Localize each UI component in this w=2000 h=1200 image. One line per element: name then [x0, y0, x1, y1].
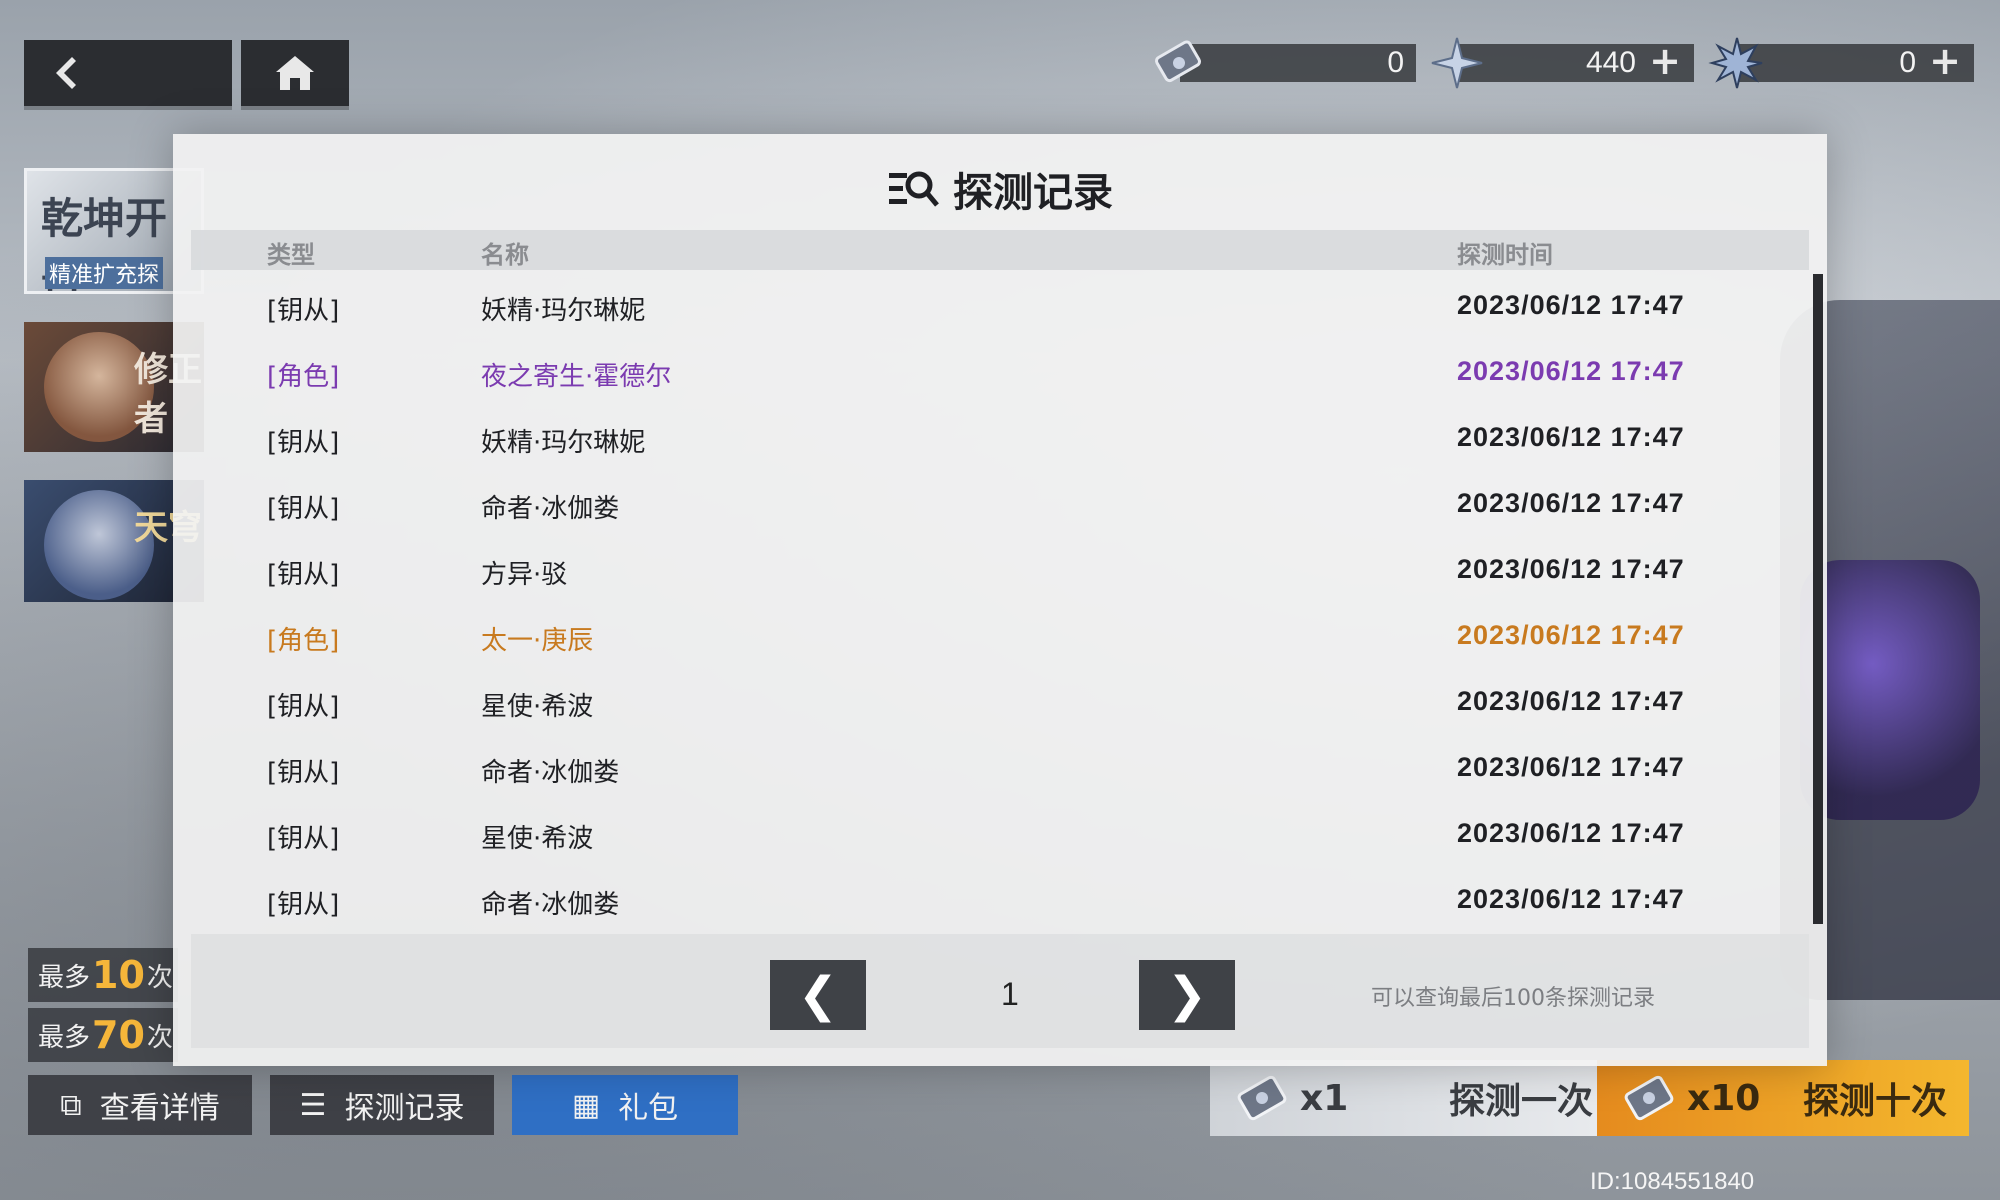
- detect-ten-count: x10: [1687, 1077, 1761, 1119]
- chevron-right-icon: ❯: [1166, 967, 1208, 1023]
- guarantee-limit-a: 最多 10 次: [28, 948, 178, 1002]
- detect-record-button[interactable]: ☰ 探测记录: [270, 1075, 494, 1135]
- row-time: 2023/06/12 17:47: [1457, 752, 1685, 782]
- dialog-title: 探测记录: [173, 160, 1827, 218]
- row-time: 2023/06/12 17:47: [1457, 554, 1685, 584]
- table-row: [角色] 太一·庚辰 2023/06/12 17:47: [191, 604, 1799, 670]
- header-name: 名称: [481, 241, 529, 269]
- row-time: 2023/06/12 17:47: [1457, 356, 1685, 386]
- ticket-amount: 0: [1387, 46, 1404, 79]
- detect-ten-button[interactable]: x10 探测十次: [1597, 1060, 1969, 1136]
- background-character: [1800, 560, 1980, 820]
- row-name: 命者·冰伽娄: [481, 494, 620, 524]
- pagination: ❮ 1 ❯ 可以查询最后100条探测记录: [191, 934, 1809, 1048]
- row-name: 妖精·玛尔琳妮: [481, 428, 646, 458]
- table-header: 类型 名称 探测时间: [191, 230, 1809, 270]
- details-icon: ⧉: [60, 1087, 82, 1123]
- detect-once-count: x1: [1300, 1077, 1349, 1119]
- add-star-button[interactable]: +: [1648, 42, 1682, 80]
- row-type: [钥从]: [267, 890, 340, 920]
- row-name: 太一·庚辰: [481, 626, 594, 656]
- query-limit-hint: 可以查询最后100条探测记录: [1371, 986, 1655, 1011]
- back-arrow-icon: [56, 57, 76, 89]
- chevron-left-icon: ❮: [797, 967, 839, 1023]
- row-name: 方异·驳: [481, 560, 568, 590]
- table-row: [钥从] 命者·冰伽娄 2023/06/12 17:47: [191, 472, 1799, 538]
- current-page: 1: [1001, 976, 1019, 1012]
- limit-number: 10: [92, 953, 145, 997]
- row-type: [钥从]: [267, 692, 340, 722]
- row-type: [钥从]: [267, 758, 340, 788]
- user-id: ID:1084551840: [1590, 1168, 1755, 1195]
- detect-once-label: 探测一次: [1448, 1081, 1593, 1122]
- table-row: [钥从] 命者·冰伽娄 2023/06/12 17:47: [191, 736, 1799, 802]
- snowflake-amount: 0: [1899, 46, 1916, 79]
- table-row: [钥从] 妖精·玛尔琳妮 2023/06/12 17:47: [191, 406, 1799, 472]
- table-row: [钥从] 星使·希波 2023/06/12 17:47: [191, 670, 1799, 736]
- ticket-icon: [1237, 1075, 1287, 1121]
- row-time: 2023/06/12 17:47: [1457, 884, 1685, 914]
- record-search-icon: [889, 171, 939, 207]
- row-time: 2023/06/12 17:47: [1457, 620, 1685, 650]
- row-name: 命者·冰伽娄: [481, 758, 620, 788]
- table-row: [钥从] 命者·冰伽娄 2023/06/12 17:47: [191, 868, 1799, 934]
- prev-page-button[interactable]: ❮: [770, 960, 866, 1030]
- record-scrollbar[interactable]: [1813, 274, 1823, 924]
- gift-pack-label: 礼包: [618, 1091, 679, 1126]
- snowflake-crystal-icon: [1708, 37, 1763, 89]
- row-time: 2023/06/12 17:47: [1457, 290, 1685, 320]
- limit-number: 70: [92, 1013, 145, 1057]
- star-crystal-icon: [1431, 37, 1483, 89]
- home-button[interactable]: [241, 40, 349, 106]
- gift-pack-button[interactable]: ▦ 礼包: [512, 1075, 738, 1135]
- dialog-title-text: 探测记录: [953, 170, 1113, 216]
- home-icon: [276, 56, 314, 90]
- table-row: [钥从] 方异·驳 2023/06/12 17:47: [191, 538, 1799, 604]
- header-type: 类型: [267, 241, 315, 269]
- row-type: [钥从]: [267, 296, 340, 326]
- back-button[interactable]: [24, 40, 232, 106]
- row-name: 夜之寄生·霍德尔: [481, 362, 672, 392]
- limit-prefix: 最多: [38, 962, 91, 993]
- currency-ticket: 0: [1155, 40, 1416, 83]
- header-time: 探测时间: [1457, 241, 1553, 269]
- row-type: [钥从]: [267, 560, 340, 590]
- table-row: [钥从] 妖精·玛尔琳妮 2023/06/12 17:47: [191, 274, 1799, 340]
- row-time: 2023/06/12 17:47: [1457, 422, 1685, 452]
- ticket-icon: [1624, 1075, 1674, 1121]
- row-time: 2023/06/12 17:47: [1457, 818, 1685, 848]
- table-row: [角色] 夜之寄生·霍德尔 2023/06/12 17:47: [191, 340, 1799, 406]
- banner-subtitle: 精准扩充探: [45, 257, 164, 289]
- row-name: 妖精·玛尔琳妮: [481, 296, 646, 326]
- detect-record-label: 探测记录: [344, 1091, 465, 1126]
- star-amount: 440: [1585, 46, 1636, 79]
- row-name: 星使·希波: [481, 692, 594, 722]
- list-icon: ☰: [299, 1087, 327, 1123]
- row-type: [钥从]: [267, 824, 340, 854]
- row-time: 2023/06/12 17:47: [1457, 686, 1685, 716]
- add-snowflake-button[interactable]: +: [1928, 42, 1962, 80]
- currency-snowflake: 0 +: [1708, 37, 1974, 89]
- next-page-button[interactable]: ❯: [1139, 960, 1235, 1030]
- guarantee-limit-s: 最多 70 次: [28, 1008, 178, 1062]
- detect-record-dialog: 探测记录 类型 名称 探测时间 [钥从] 妖精·玛尔琳妮 2023/06/12 …: [173, 134, 1827, 1066]
- view-details-label: 查看详情: [99, 1091, 220, 1126]
- currency-star: 440 +: [1431, 37, 1694, 89]
- ticket-icon: [1155, 40, 1201, 83]
- row-type: [钥从]: [267, 428, 340, 458]
- limit-prefix: 最多: [38, 1022, 91, 1053]
- row-type: [角色]: [267, 626, 340, 656]
- row-type: [角色]: [267, 362, 340, 392]
- detect-once-button[interactable]: x1 探测一次: [1210, 1060, 1615, 1136]
- view-details-button[interactable]: ⧉ 查看详情: [28, 1075, 252, 1135]
- row-type: [钥从]: [267, 494, 340, 524]
- table-row: [钥从] 星使·希波 2023/06/12 17:47: [191, 802, 1799, 868]
- detect-ten-label: 探测十次: [1802, 1081, 1947, 1122]
- limit-suffix: 次: [146, 1022, 173, 1053]
- limit-suffix: 次: [146, 962, 173, 993]
- row-time: 2023/06/12 17:47: [1457, 488, 1685, 518]
- row-name: 命者·冰伽娄: [481, 890, 620, 920]
- row-name: 星使·希波: [481, 824, 594, 854]
- gift-icon: ▦: [571, 1087, 601, 1123]
